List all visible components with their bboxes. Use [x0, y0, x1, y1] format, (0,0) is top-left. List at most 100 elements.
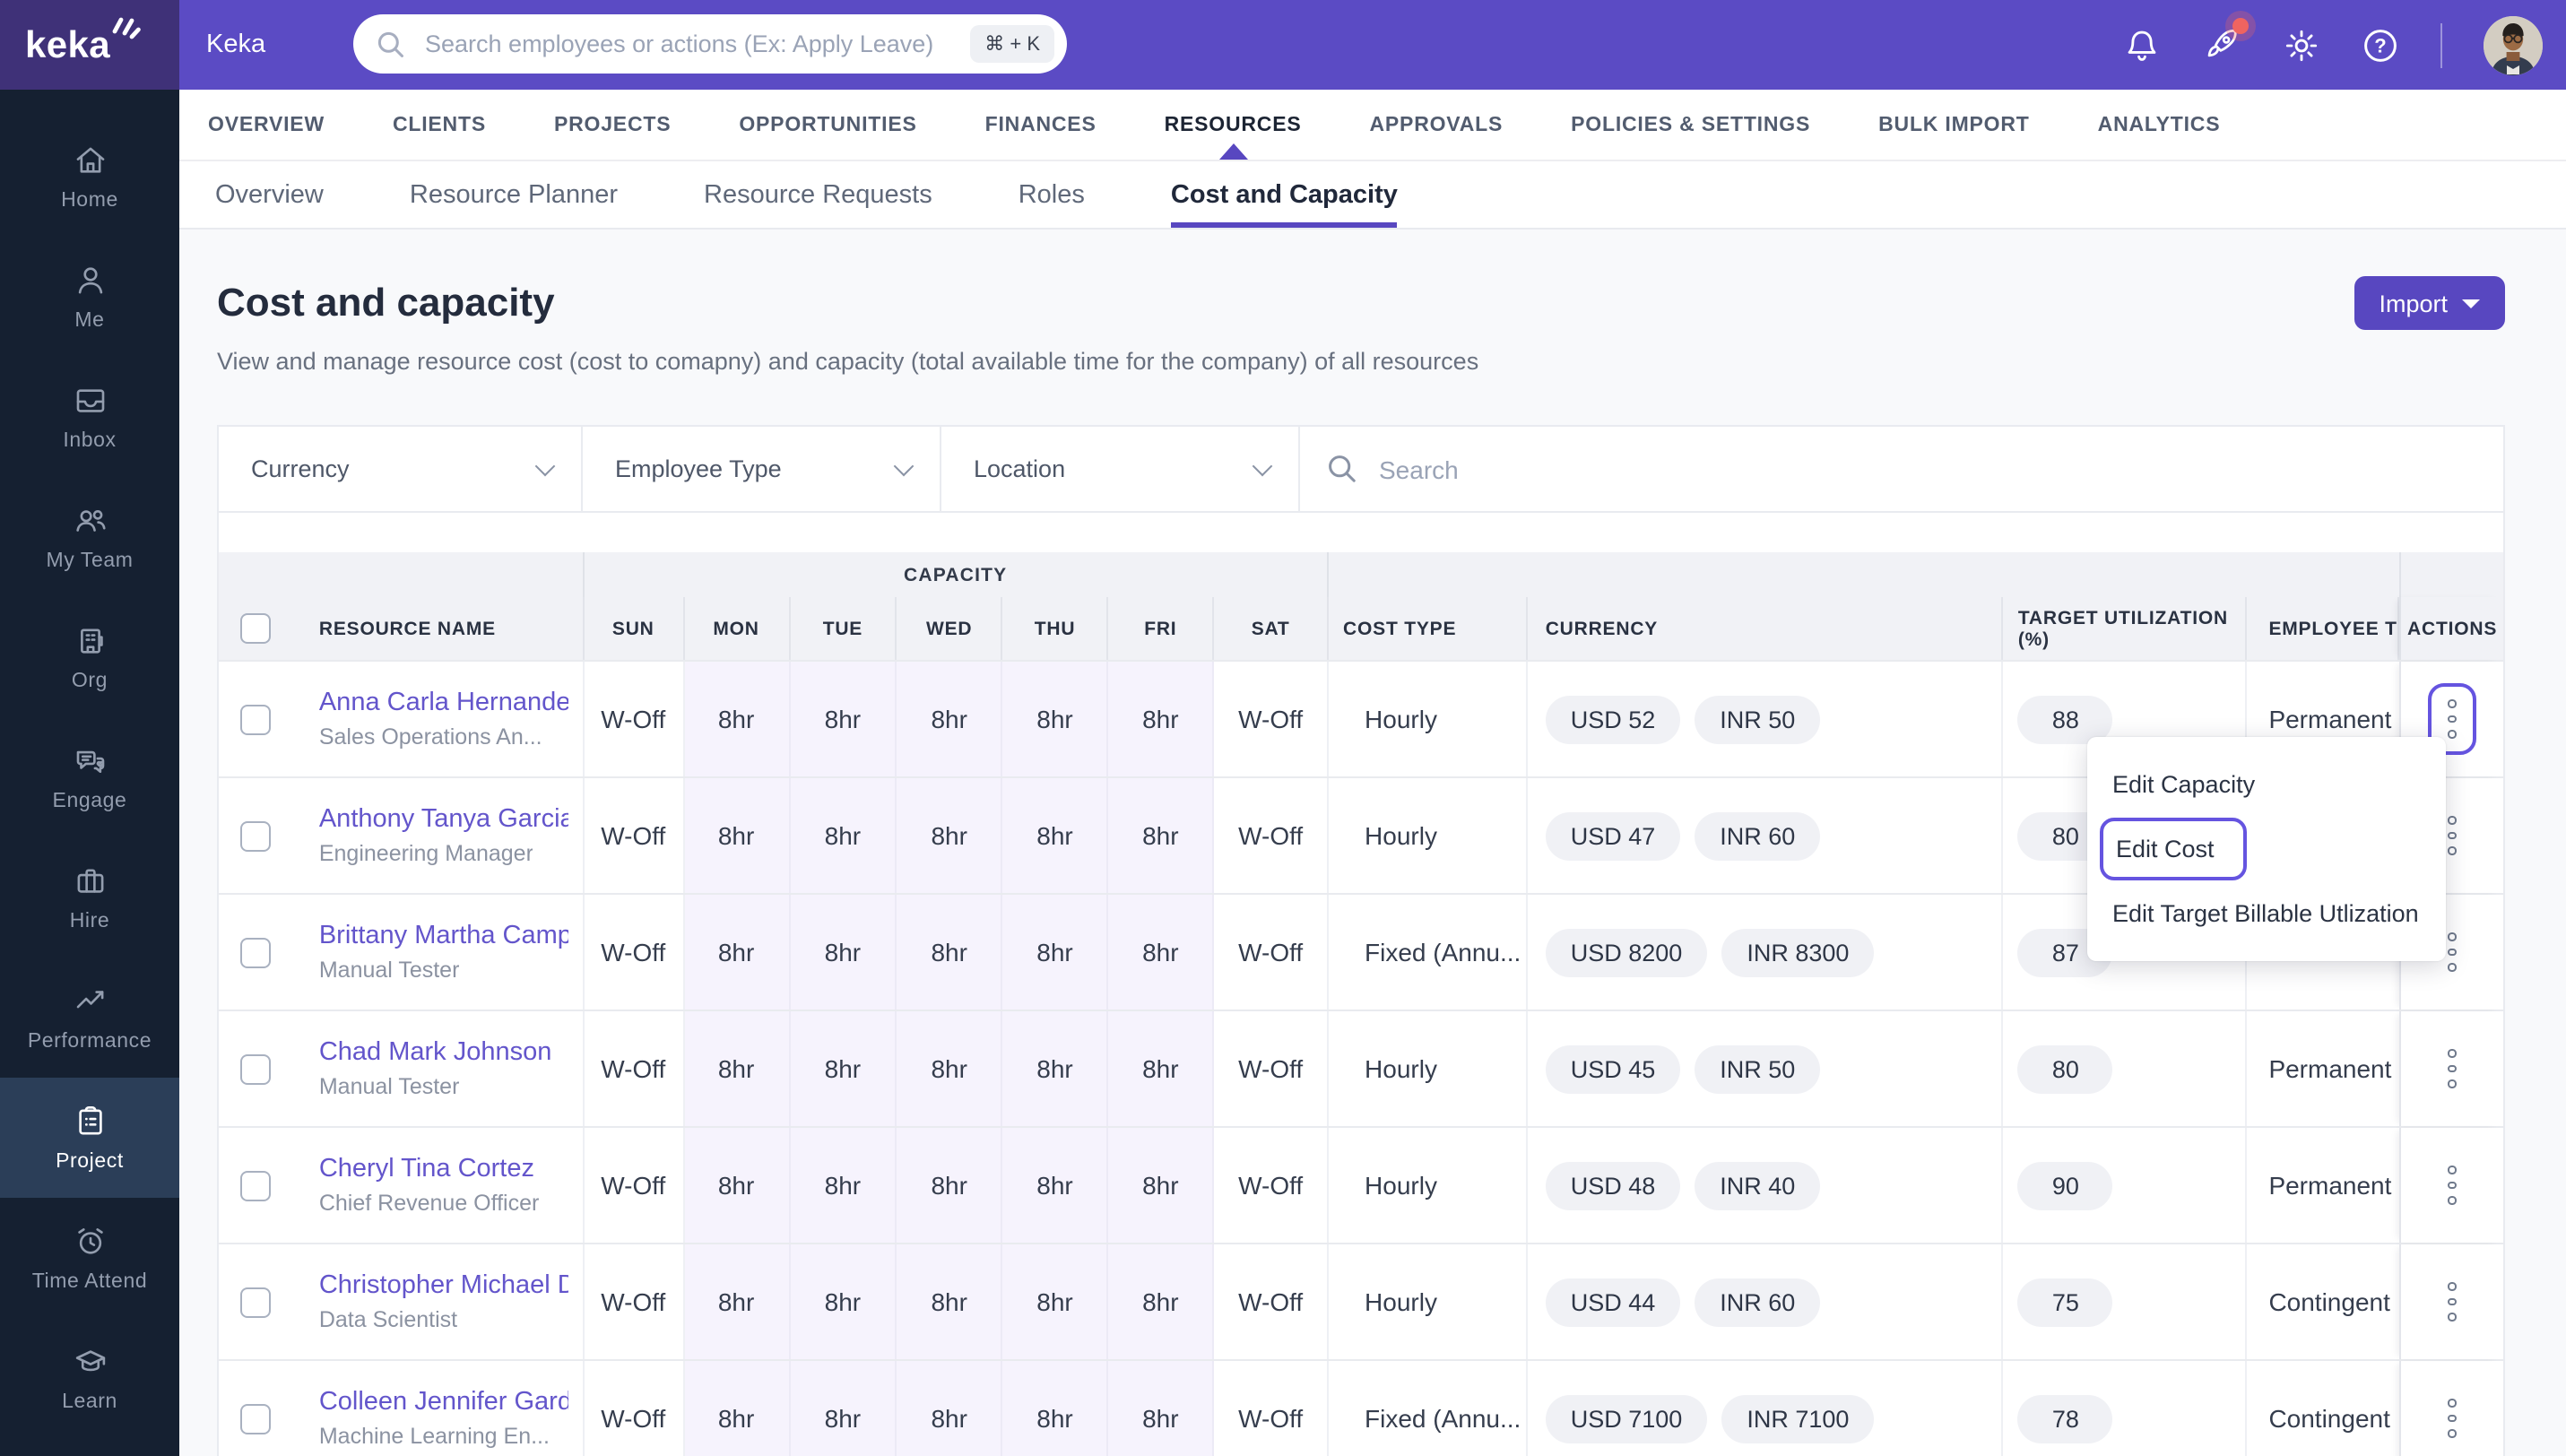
subtab-resource-requests[interactable]: Resource Requests [704, 161, 932, 228]
employee-type-filter-dropdown[interactable]: Employee Type [583, 427, 941, 511]
chevron-down-icon [893, 455, 915, 477]
tab-bulk-import[interactable]: BULK IMPORT [1878, 90, 2030, 160]
sidebar-item-org[interactable]: Org [0, 597, 179, 717]
resource-name-link[interactable]: Cheryl Tina Cortez [319, 1155, 534, 1183]
app-title: Keka [206, 30, 266, 59]
sidebar-item-learn[interactable]: Learn [0, 1318, 179, 1438]
row-checkbox[interactable] [240, 1403, 272, 1434]
table-search-input[interactable] [1375, 453, 2503, 485]
resource-name-link[interactable]: Anthony Tanya Garcia [319, 805, 568, 834]
tab-opportunities[interactable]: OPPORTUNITIES [739, 90, 916, 160]
col-thu: THU [1003, 597, 1109, 660]
subtab-roles[interactable]: Roles [1019, 161, 1085, 228]
search-icon [377, 30, 403, 56]
tab-approvals[interactable]: APPROVALS [1370, 90, 1504, 160]
building-icon [80, 628, 102, 654]
keka-logo-text: keka [25, 24, 111, 65]
tab-resources[interactable]: RESOURCES [1165, 90, 1302, 160]
resource-name-link[interactable]: Chad Mark Johnson [319, 1038, 552, 1067]
menu-item-edit-cost[interactable]: Edit Cost [2100, 818, 2247, 880]
resource-role: Manual Tester [318, 958, 460, 983]
row-checkbox[interactable] [240, 937, 272, 967]
menu-item-edit-target-billable-utilization[interactable]: Edit Target Billable Utlization [2087, 882, 2446, 945]
table-row: Chad Mark Johnson Manual Tester W-Off 8h… [219, 1010, 2503, 1126]
subtab-resource-planner[interactable]: Resource Planner [410, 161, 618, 228]
col-sat: SAT [1214, 597, 1330, 660]
tab-policies-settings[interactable]: POLICIES & SETTINGS [1571, 90, 1810, 160]
usd-cost-pill: USD 45 [1545, 1044, 1681, 1093]
briefcase-icon [76, 869, 103, 893]
table-row: Christopher Michael Da Data Scientist W-… [219, 1243, 2503, 1359]
col-actions: ACTIONS [2399, 597, 2503, 660]
sidebar-item-project[interactable]: Project [0, 1078, 179, 1198]
usd-cost-pill: USD 44 [1545, 1278, 1681, 1326]
tab-overview[interactable]: OVERVIEW [208, 90, 325, 160]
sidebar-item-hire[interactable]: Hire [0, 837, 179, 958]
resource-name-link[interactable]: Anna Carla Hernandez [319, 689, 568, 717]
row-actions-button[interactable] [2432, 1387, 2473, 1451]
currency-filter-dropdown[interactable]: Currency [219, 427, 583, 511]
col-wed: WED [897, 597, 1003, 660]
subtab-overview[interactable]: Overview [215, 161, 324, 228]
inr-cost-pill: INR 60 [1695, 811, 1821, 860]
subtab-cost-and-capacity[interactable]: Cost and Capacity [1170, 161, 1398, 228]
cost-type: Fixed (Annu... [1329, 1361, 1528, 1456]
sidebar-item-engage[interactable]: Engage [0, 717, 179, 837]
row-checkbox[interactable] [240, 1287, 272, 1317]
keka-logo[interactable]: keka [0, 0, 179, 90]
tab-projects[interactable]: PROJECTS [554, 90, 671, 160]
resource-name-link[interactable]: Colleen Jennifer Gardr [319, 1388, 568, 1417]
table-row: Cheryl Tina Cortez Chief Revenue Officer… [219, 1126, 2503, 1243]
select-all-checkbox[interactable] [240, 613, 272, 644]
notifications-bell-icon[interactable] [2123, 26, 2161, 64]
global-search[interactable]: ⌘ + K [353, 14, 1067, 74]
resource-role: Machine Learning En... [318, 1424, 550, 1449]
target-utilization-pill: 90 [2017, 1161, 2113, 1209]
alarm-icon [77, 1228, 102, 1254]
usd-cost-pill: USD 7100 [1545, 1394, 1708, 1443]
target-utilization-pill: 75 [2017, 1278, 2113, 1326]
sidebar-item-me[interactable]: Me [0, 237, 179, 357]
table-search[interactable] [1300, 427, 2503, 511]
inr-cost-pill: INR 7100 [1721, 1394, 1875, 1443]
team-icon [75, 510, 105, 532]
row-actions-button[interactable] [2432, 1270, 2473, 1334]
usd-cost-pill: USD 8200 [1545, 928, 1708, 976]
sidebar-item-my-team[interactable]: My Team [0, 477, 179, 597]
user-avatar[interactable] [2484, 15, 2543, 74]
sidebar-item-inbox[interactable]: Inbox [0, 357, 179, 477]
global-search-input[interactable] [421, 29, 955, 59]
sidebar: Home Me Inbox My Team Org Engage Hire Pe… [0, 90, 179, 1456]
tab-analytics[interactable]: ANALYTICS [2098, 90, 2221, 160]
settings-gear-icon[interactable] [2283, 26, 2320, 64]
sidebar-item-time-attend[interactable]: Time Attend [0, 1198, 179, 1318]
resource-name-link[interactable]: Brittany Martha Campbe [319, 922, 568, 950]
graduation-icon [74, 1350, 105, 1372]
row-checkbox[interactable] [240, 704, 272, 734]
menu-item-edit-capacity[interactable]: Edit Capacity [2087, 753, 2446, 816]
help-icon[interactable]: ? [2362, 26, 2399, 64]
chevron-down-icon [534, 455, 556, 477]
resource-role: Sales Operations An... [318, 724, 542, 750]
row-checkbox[interactable] [240, 1053, 272, 1084]
row-checkbox[interactable] [240, 820, 272, 851]
location-filter-dropdown[interactable]: Location [941, 427, 1300, 511]
import-button[interactable]: Import [2354, 276, 2505, 330]
sidebar-item-performance[interactable]: Performance [0, 958, 179, 1078]
row-actions-button[interactable] [2432, 1154, 2473, 1218]
row-checkbox[interactable] [240, 1170, 272, 1200]
employee-type: Permanent [2268, 1171, 2392, 1200]
inr-cost-pill: INR 40 [1695, 1161, 1821, 1209]
whats-new-rocket-icon[interactable] [2202, 18, 2249, 65]
tab-clients[interactable]: CLIENTS [393, 90, 486, 160]
inr-cost-pill: INR 60 [1695, 1278, 1821, 1326]
row-actions-button[interactable] [2432, 1037, 2473, 1101]
resource-name-link[interactable]: Christopher Michael Da [319, 1271, 568, 1300]
cost-capacity-table: CAPACITY RESOURCE NAME SUN MON TUE WED T… [219, 552, 2503, 1456]
sidebar-item-home[interactable]: Home [0, 117, 179, 237]
col-target-utilization: TARGET UTILIZATION (%) [2004, 597, 2248, 660]
tab-finances[interactable]: FINANCES [985, 90, 1097, 160]
trend-icon [75, 991, 103, 1009]
cost-type: Hourly [1329, 778, 1528, 893]
main-nav-tabs: OVERVIEW CLIENTS PROJECTS OPPORTUNITIES … [179, 90, 2566, 161]
